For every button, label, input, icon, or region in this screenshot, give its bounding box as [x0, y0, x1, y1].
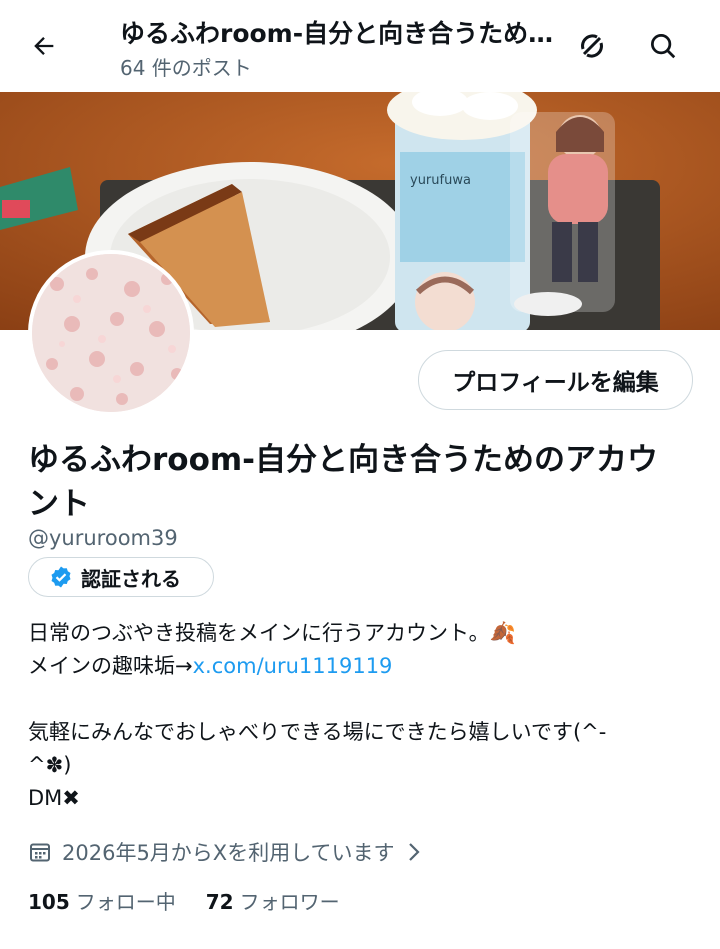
joined-date-row[interactable]: 2026年5月からXを利用しています: [28, 836, 423, 868]
search-icon: [651, 34, 676, 59]
post-count: 64 件のポスト: [120, 56, 252, 80]
calendar-icon: [30, 843, 50, 862]
followers-link[interactable]: 72 フォロワー: [206, 886, 340, 915]
back-arrow-icon: [34, 37, 54, 55]
avatar[interactable]: [28, 250, 194, 416]
bio-line: DM✖: [28, 786, 80, 810]
display-name: ゆるふわroom-自分と向き合うためのアカウント: [28, 442, 659, 522]
verify-label: 認証される: [81, 566, 181, 591]
chevron-right-icon: [408, 843, 420, 861]
verified-badge-icon: [51, 566, 71, 588]
bio-line: 気軽にみんなでおしゃべりできる場にできたら嬉しいです(^-: [28, 720, 607, 744]
get-verified-button[interactable]: 認証される: [28, 557, 214, 597]
followers-count: 72: [205, 890, 234, 914]
joined-text: 2026年5月からXを利用しています: [62, 841, 395, 865]
grok-icon: [581, 34, 603, 58]
search-button[interactable]: [643, 26, 683, 66]
back-button[interactable]: [26, 26, 62, 66]
bio: 日常のつぶやき投稿をメインに行うアカウント。🍂 メインの趣味垢→x.com/ur…: [28, 617, 700, 815]
grok-button[interactable]: [570, 26, 614, 66]
top-bar: ゆるふわroom-自分と向き合うためのアカウント 64 件のポスト: [0, 0, 720, 92]
bio-text: メインの趣味垢→: [28, 654, 193, 678]
bio-line: メインの趣味垢→x.com/uru1119119: [28, 650, 700, 683]
following-count: 105: [28, 890, 70, 914]
following-link[interactable]: 105 フォロー中: [28, 886, 176, 915]
header-title: ゆるふわroom-自分と向き合うためのアカウント: [120, 19, 560, 48]
bio-line: ^✽): [28, 753, 72, 777]
avatar-image: [32, 254, 190, 412]
following-label: フォロー中: [75, 890, 176, 914]
bio-link[interactable]: x.com/uru1119119: [193, 654, 393, 678]
edit-profile-button[interactable]: プロフィールを編集: [418, 350, 693, 410]
followers-label: フォロワー: [239, 890, 340, 914]
cup-label: yurufuwa: [410, 173, 471, 188]
bio-line: 日常のつぶやき投稿をメインに行うアカウント。🍂: [28, 621, 516, 645]
handle: @yururoom39: [28, 526, 178, 550]
follow-stats: 105 フォロー中 72 フォロワー: [28, 886, 340, 915]
